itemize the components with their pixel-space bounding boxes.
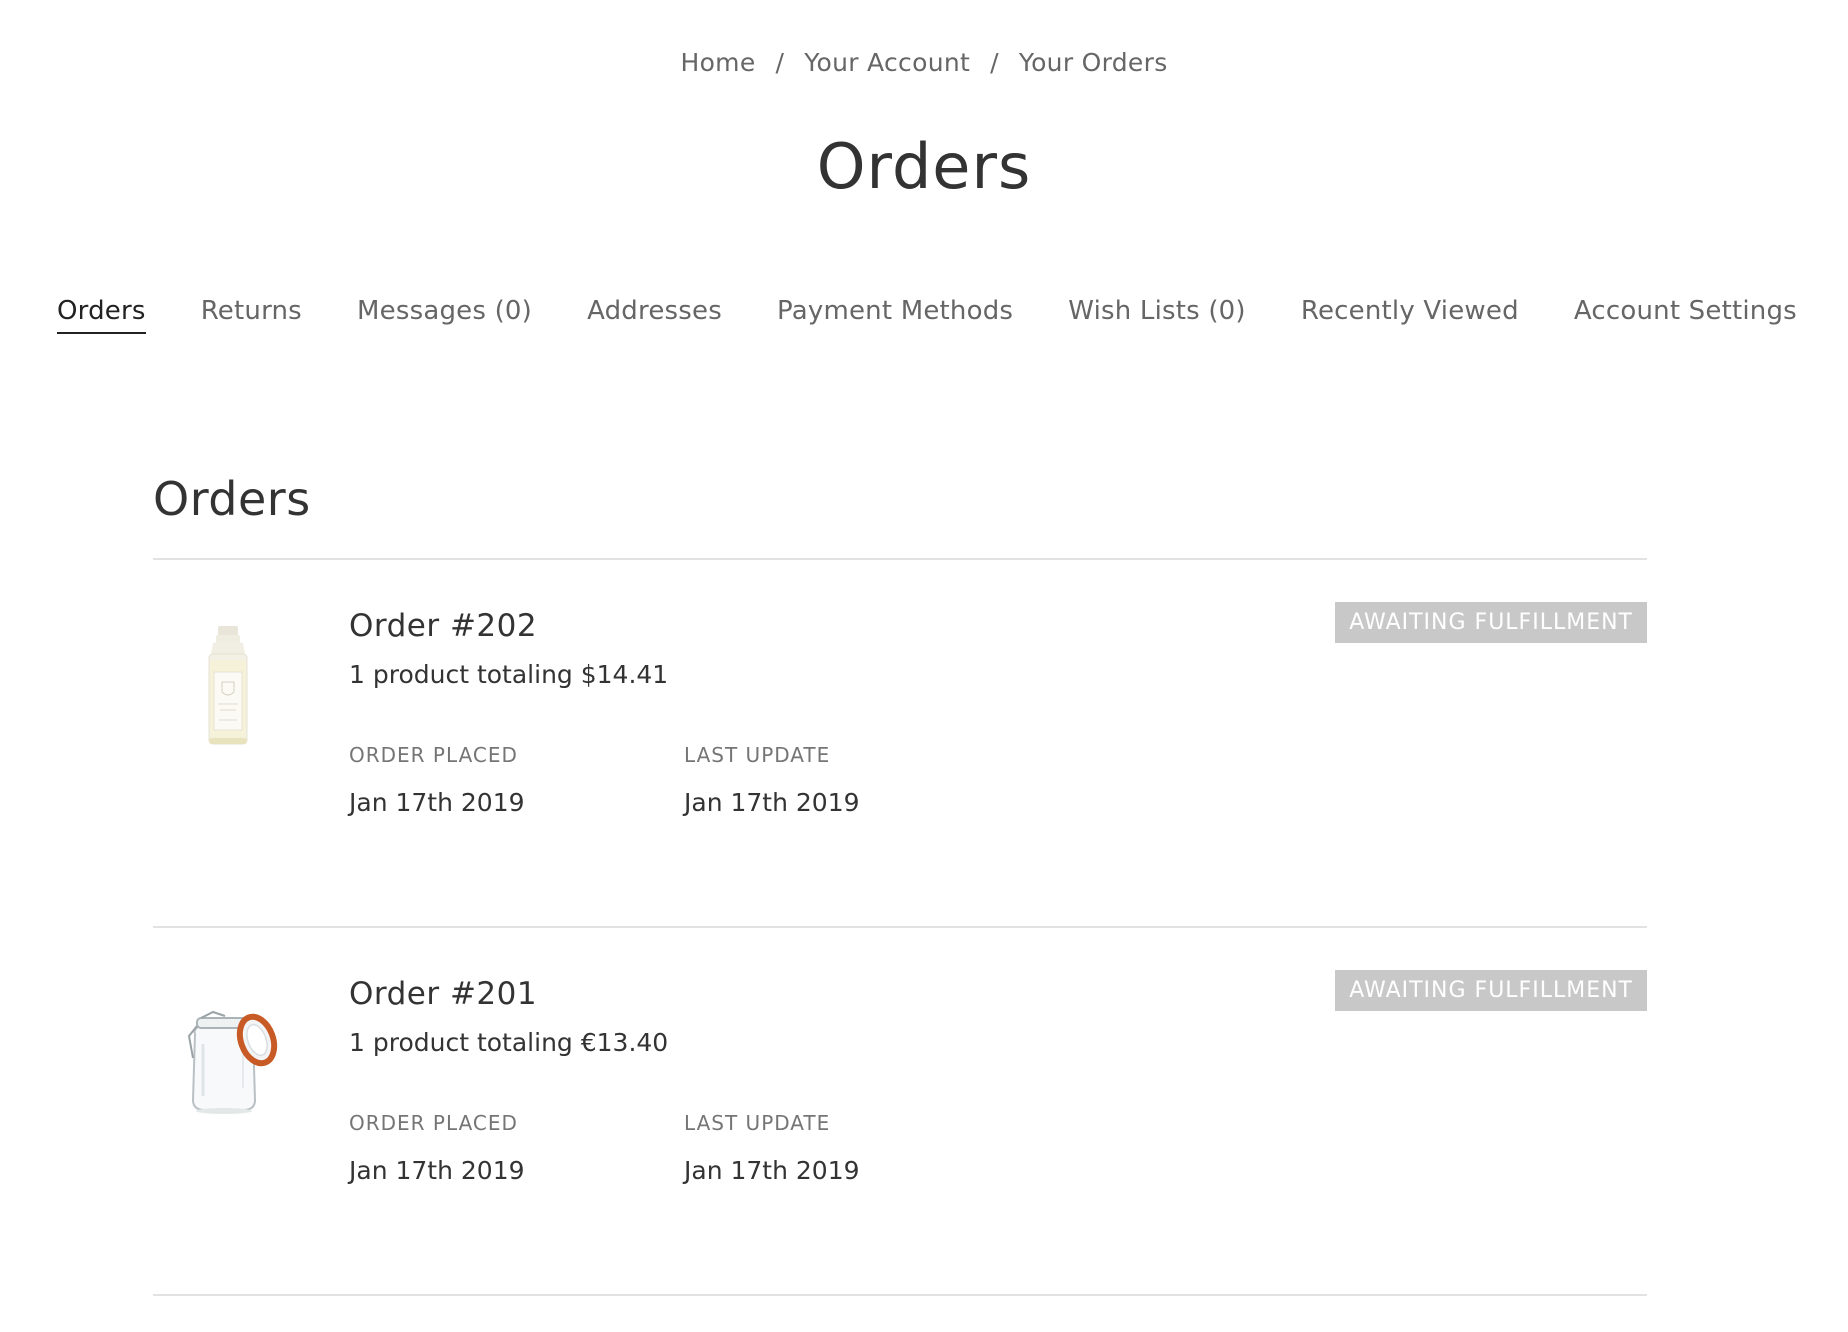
nav-item-recently-viewed[interactable]: Recently Viewed (1301, 296, 1519, 334)
last-update-value: Jan 17th 2019 (684, 788, 860, 817)
order-title[interactable]: Order #202 (349, 608, 537, 644)
last-update-value: Jan 17th 2019 (684, 1156, 860, 1185)
nav-item-account-settings[interactable]: Account Settings (1574, 296, 1797, 334)
nav-item-messages[interactable]: Messages (0) (357, 296, 532, 334)
account-nav: Orders Returns Messages (0) Addresses Pa… (57, 296, 1797, 334)
order-title[interactable]: Order #201 (349, 976, 537, 1012)
order-placed-value: Jan 17th 2019 (349, 788, 525, 817)
order-placed-value: Jan 17th 2019 (349, 1156, 525, 1185)
nav-item-orders[interactable]: Orders (57, 296, 146, 334)
status-badge: AWAITING FULFILLMENT (1335, 602, 1647, 643)
breadcrumb-separator: / (990, 48, 999, 77)
soap-bottle-icon[interactable] (173, 620, 283, 750)
nav-item-returns[interactable]: Returns (201, 296, 302, 334)
glass-jar-icon[interactable] (173, 988, 283, 1118)
order-placed-label: ORDER PLACED (349, 743, 518, 767)
order-row: Order #201 1 product totaling €13.40 AWA… (153, 928, 1647, 1296)
status-badge: AWAITING FULFILLMENT (1335, 970, 1647, 1011)
last-update-label: LAST UPDATE (684, 743, 831, 767)
order-list: Order #202 1 product totaling $14.41 AWA… (153, 558, 1647, 1296)
section-title: Orders (153, 472, 311, 526)
breadcrumb-orders-link[interactable]: Your Orders (1019, 48, 1168, 77)
page-title: Orders (816, 130, 1032, 203)
breadcrumb-separator: / (775, 48, 785, 77)
breadcrumb: Home / Your Account / Your Orders (0, 48, 1848, 77)
last-update-label: LAST UPDATE (684, 1111, 831, 1135)
breadcrumb-home-link[interactable]: Home (680, 48, 755, 77)
order-summary: 1 product totaling €13.40 (349, 1028, 669, 1057)
order-summary: 1 product totaling $14.41 (349, 660, 669, 689)
nav-item-wish-lists[interactable]: Wish Lists (0) (1068, 296, 1246, 334)
nav-item-payment-methods[interactable]: Payment Methods (777, 296, 1013, 334)
order-row: Order #202 1 product totaling $14.41 AWA… (153, 560, 1647, 928)
breadcrumb-account-link[interactable]: Your Account (804, 48, 970, 77)
order-placed-label: ORDER PLACED (349, 1111, 518, 1135)
nav-item-addresses[interactable]: Addresses (587, 296, 722, 334)
